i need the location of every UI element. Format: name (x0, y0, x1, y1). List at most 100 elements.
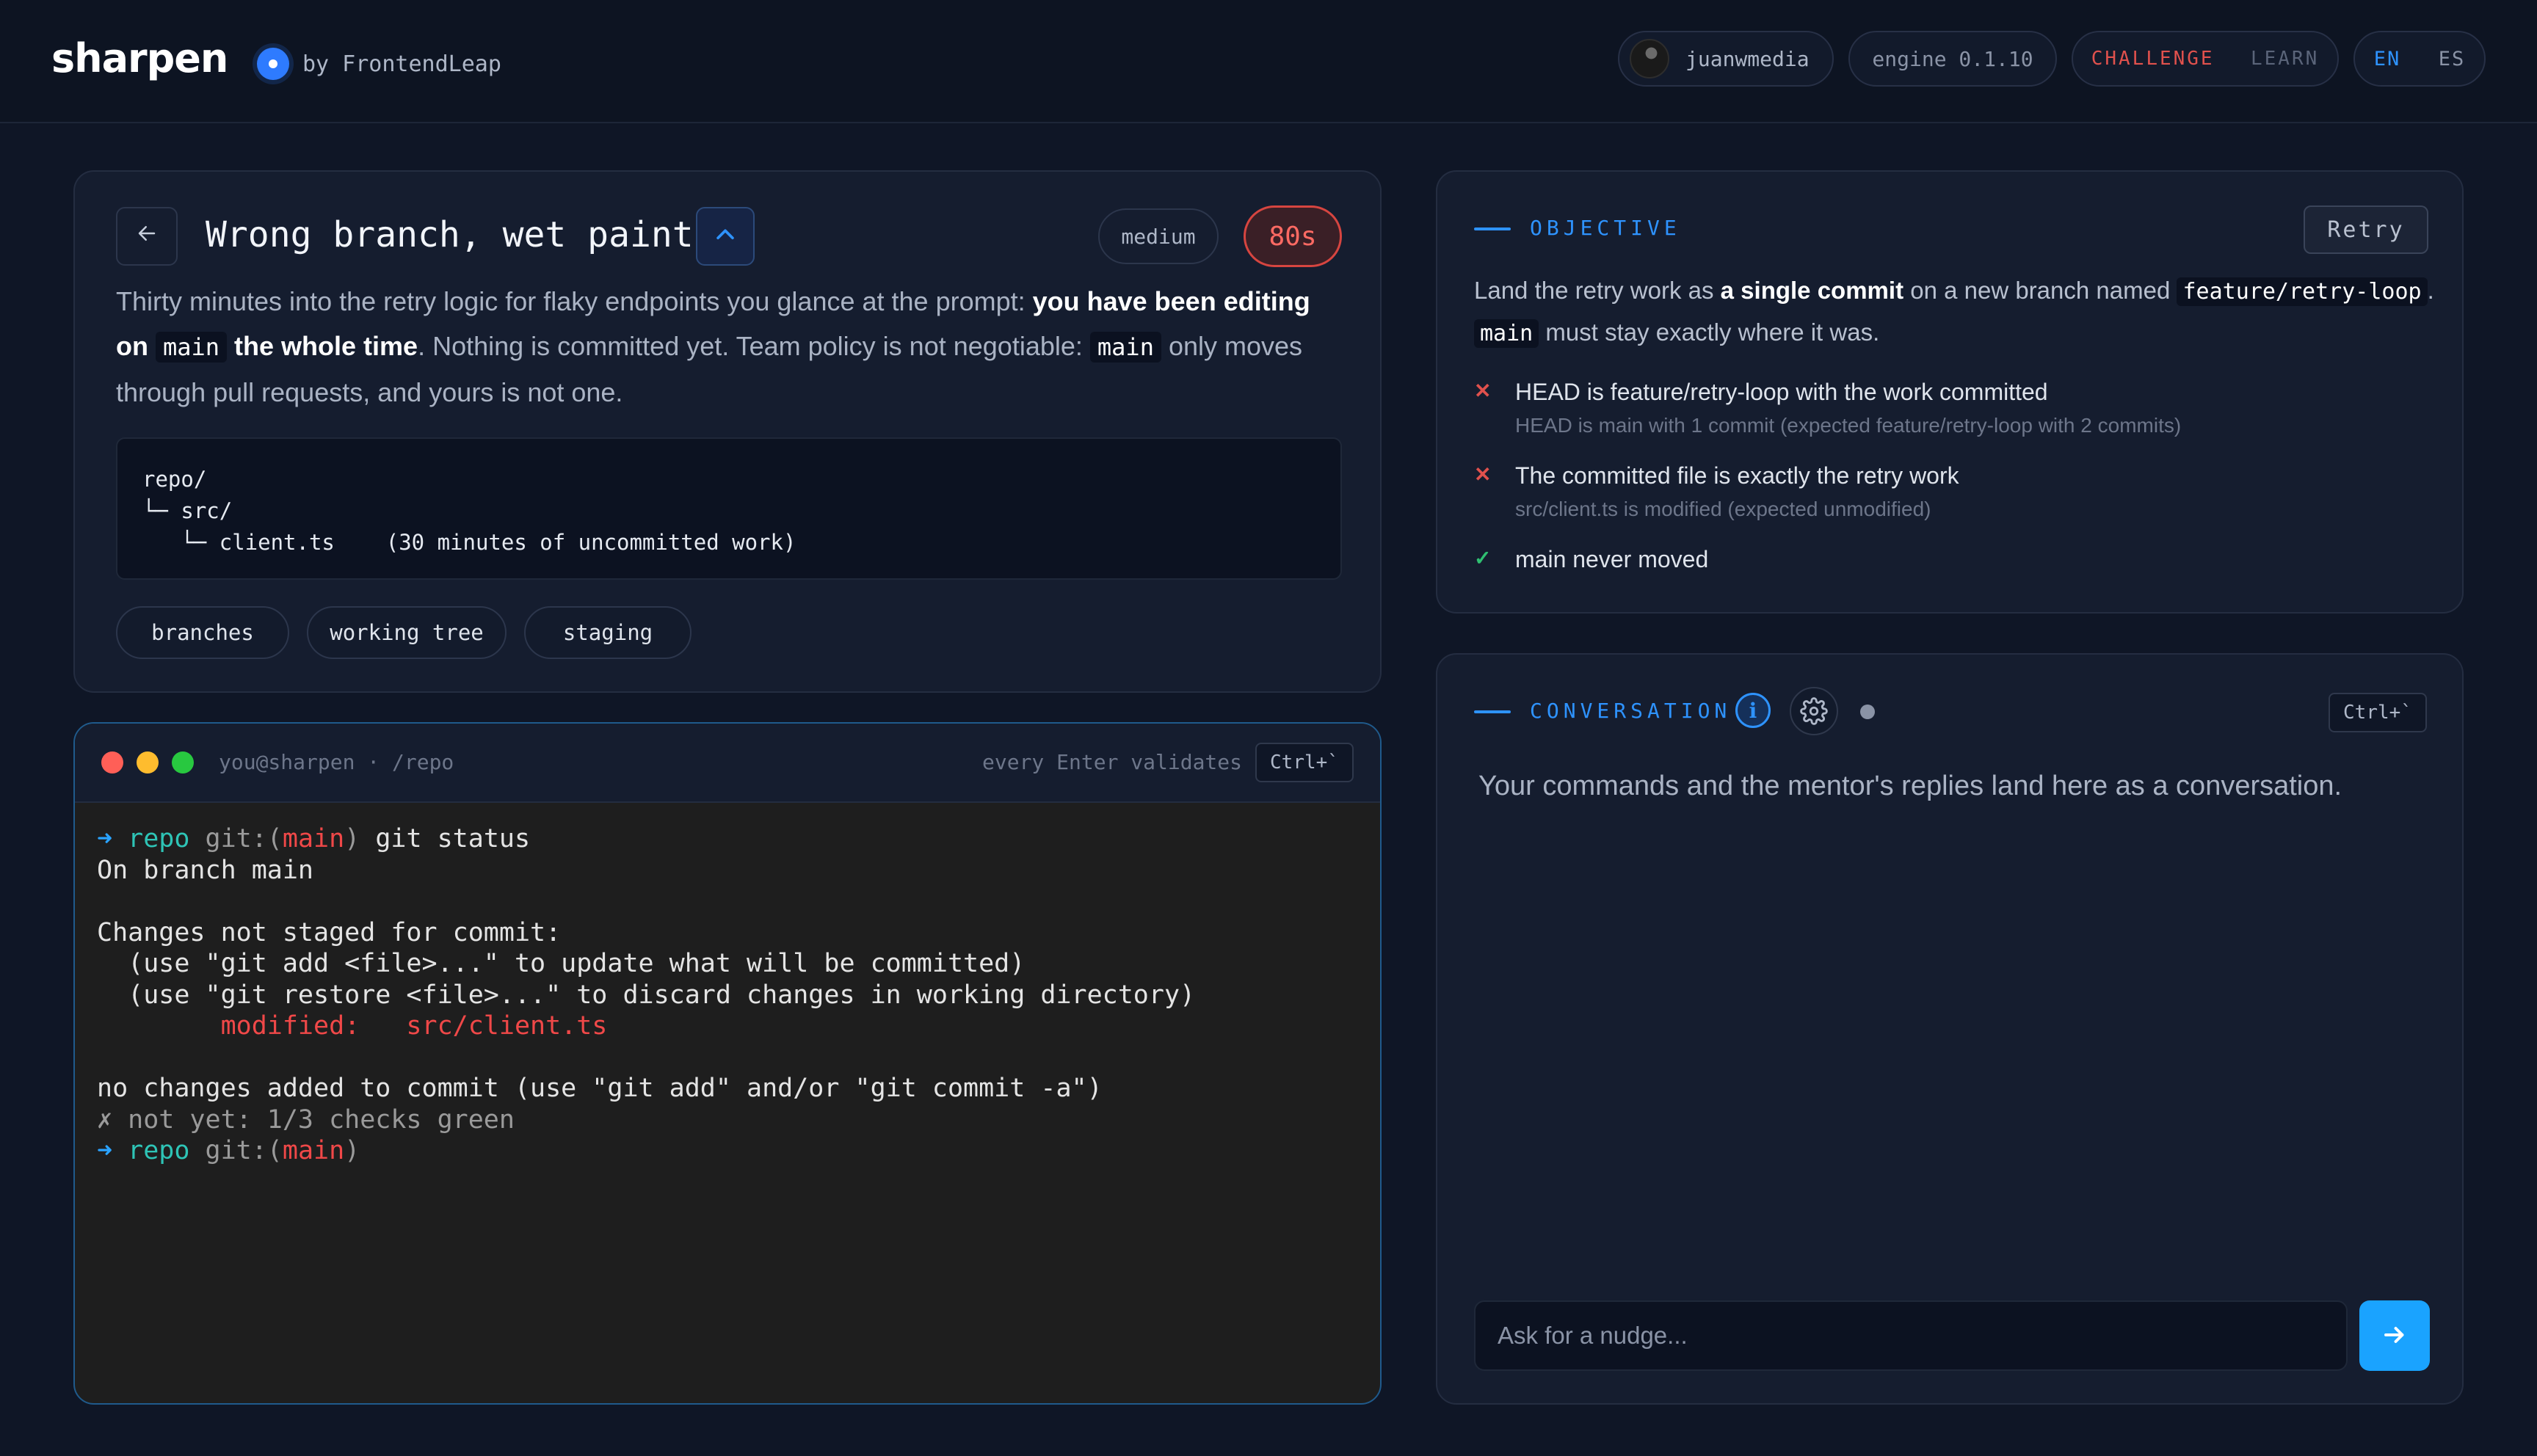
emphasis-text: a single commit (1720, 277, 1904, 304)
conversation-empty-state: Your commands and the mentor's replies l… (1478, 771, 2342, 801)
terminal-text: git status (360, 824, 531, 853)
language-es-option[interactable]: ES (2439, 48, 2466, 70)
gear-icon[interactable] (1790, 687, 1838, 735)
check-detail: src/client.ts is modified (expected unmo… (1515, 498, 1931, 520)
avatar (1630, 39, 1669, 79)
send-button[interactable] (2359, 1300, 2430, 1371)
file-tree: repo/ └─ src/ └─ client.ts (30 minutes of… (116, 437, 1342, 580)
tag-branches[interactable]: branches (116, 606, 289, 659)
inline-code: main (1089, 332, 1161, 363)
terminal-text: ✗ not yet: 1/3 checks green (97, 1104, 515, 1135)
body-text: Thirty minutes into the retry logic for … (116, 286, 1033, 316)
check-title: HEAD is feature/retry-loop with the work… (1515, 379, 2048, 405)
objective-accent-line (1474, 228, 1511, 230)
conversation-shortcut-key: Ctrl+` (2329, 693, 2427, 732)
terminal-titlebar: you@sharpen · /repo every Enter validate… (75, 724, 1380, 803)
terminal-text: modified: src/client.ts (97, 1011, 608, 1041)
tag-working-tree[interactable]: working tree (307, 606, 507, 659)
challenge-card: Wrong branch, wet paint medium 80s Thirt… (73, 170, 1382, 693)
terminal-line (97, 1042, 1345, 1074)
terminal-shortcut-key: Ctrl+` (1255, 743, 1354, 782)
top-bar: sharpen by FrontendLeap juanwmedia engin… (0, 0, 2537, 123)
close-light-icon (101, 751, 123, 774)
inline-code: feature/retry-loop (2177, 277, 2428, 306)
emphasis-text: the whole time (227, 331, 418, 361)
terminal-line: modified: src/client.ts (97, 1011, 1345, 1042)
status-dot-icon (1860, 705, 1875, 719)
nudge-input[interactable] (1474, 1300, 2348, 1371)
body-text: Land the retry work as (1474, 277, 1721, 304)
minimize-light-icon (137, 751, 159, 774)
conversation-heading: CONVERSATION (1530, 699, 1732, 723)
body-text: must stay exactly where it was. (1539, 318, 1880, 346)
objective-card: OBJECTIVE Retry Land the retry work as a… (1436, 170, 2464, 614)
check-detail: HEAD is main with 1 commit (expected fea… (1515, 414, 2182, 437)
terminal-text: repo (128, 824, 206, 853)
terminal-text: repo (128, 1136, 206, 1165)
brand-dot-icon (257, 48, 289, 80)
file-tree-line: └─ client.ts (30 minutes of uncommitted … (142, 530, 796, 555)
terminal-output[interactable]: ➜ repo git:(main) git status On branch ma… (97, 823, 1345, 1167)
terminal-text: main (282, 1136, 345, 1165)
retry-button[interactable]: Retry (2304, 205, 2428, 254)
back-button[interactable] (116, 207, 178, 266)
terminal-line: no changes added to commit (use "git add… (97, 1073, 1345, 1104)
timer-badge: 80s (1244, 205, 1342, 267)
terminal-line: On branch main (97, 855, 1345, 887)
terminal-line: (use "git add <file>..." to update what … (97, 948, 1345, 980)
engine-version-label: engine 0.1.10 (1872, 46, 2033, 71)
terminal-text: main (282, 824, 345, 853)
mode-learn-tab[interactable]: LEARN (2251, 48, 2319, 70)
body-text: . Nothing is committed yet. Team policy … (418, 331, 1090, 361)
logo[interactable]: sharpen (51, 35, 228, 81)
file-tree-line: repo/ (142, 467, 207, 492)
terminal-line: ✗ not yet: 1/3 checks green (97, 1104, 1345, 1136)
mode-challenge-tab[interactable]: CHALLENGE (2091, 48, 2215, 70)
check-title: main never moved (1515, 546, 1709, 572)
conversation-card: CONVERSATION i Ctrl+` Your commands and … (1436, 653, 2464, 1405)
terminal-text: (use "git add <file>..." to update what … (97, 949, 1026, 978)
language-en-option[interactable]: EN (2374, 48, 2401, 70)
terminal-text: git:( (205, 824, 283, 853)
difficulty-badge: medium (1098, 208, 1219, 264)
terminal-line (97, 886, 1345, 917)
challenge-description: Thirty minutes into the retry logic for … (116, 279, 1349, 415)
terminal-text: On branch main (97, 855, 314, 885)
terminal-text: ➜ (97, 1136, 128, 1165)
chevron-up-icon (713, 222, 738, 251)
terminal-line: (use "git restore <file>..." to discard … (97, 980, 1345, 1011)
terminal-text: ) (344, 824, 360, 853)
terminal-window[interactable]: you@sharpen · /repo every Enter validate… (73, 722, 1382, 1405)
objective-goal: Land the retry work as a single commit o… (1474, 270, 2443, 354)
terminal-text: (use "git restore <file>..." to discard … (97, 980, 1196, 1010)
check-title: The committed file is exactly the retry … (1515, 462, 1959, 489)
engine-version-badge: engine 0.1.10 (1848, 31, 2057, 87)
objective-heading: OBJECTIVE (1530, 216, 1681, 240)
tag-staging[interactable]: staging (524, 606, 692, 659)
terminal-text: git:( (205, 1136, 283, 1165)
inline-code: main (1474, 319, 1539, 348)
arrow-left-icon (136, 222, 158, 251)
challenge-title: Wrong branch, wet paint (206, 214, 694, 255)
terminal-text: no changes added to commit (use "git add… (97, 1074, 1103, 1103)
collapse-button[interactable] (696, 207, 755, 266)
body-text: on a new branch named (1903, 277, 2177, 304)
terminal-path: you@sharpen · /repo (219, 750, 454, 774)
info-icon[interactable]: i (1735, 693, 1771, 728)
user-menu[interactable]: juanwmedia (1618, 31, 1834, 87)
body-text: . (2427, 277, 2434, 304)
conversation-accent-line (1474, 710, 1511, 713)
mode-switch: CHALLENGE LEARN (2072, 31, 2339, 87)
terminal-text: Changes not staged for commit: (97, 917, 562, 947)
terminal-text: ➜ (97, 824, 128, 853)
terminal-line: Changes not staged for commit: (97, 917, 1345, 949)
zoom-light-icon (172, 751, 194, 774)
file-tree-line: └─ src/ (142, 498, 233, 523)
username: juanwmedia (1685, 46, 1810, 71)
check-fail-icon: ✕ (1474, 463, 1492, 486)
terminal-text: ) (344, 1136, 360, 1165)
terminal-line: ➜ repo git:(main) git status (97, 823, 1345, 855)
language-switch: EN ES (2353, 31, 2486, 87)
